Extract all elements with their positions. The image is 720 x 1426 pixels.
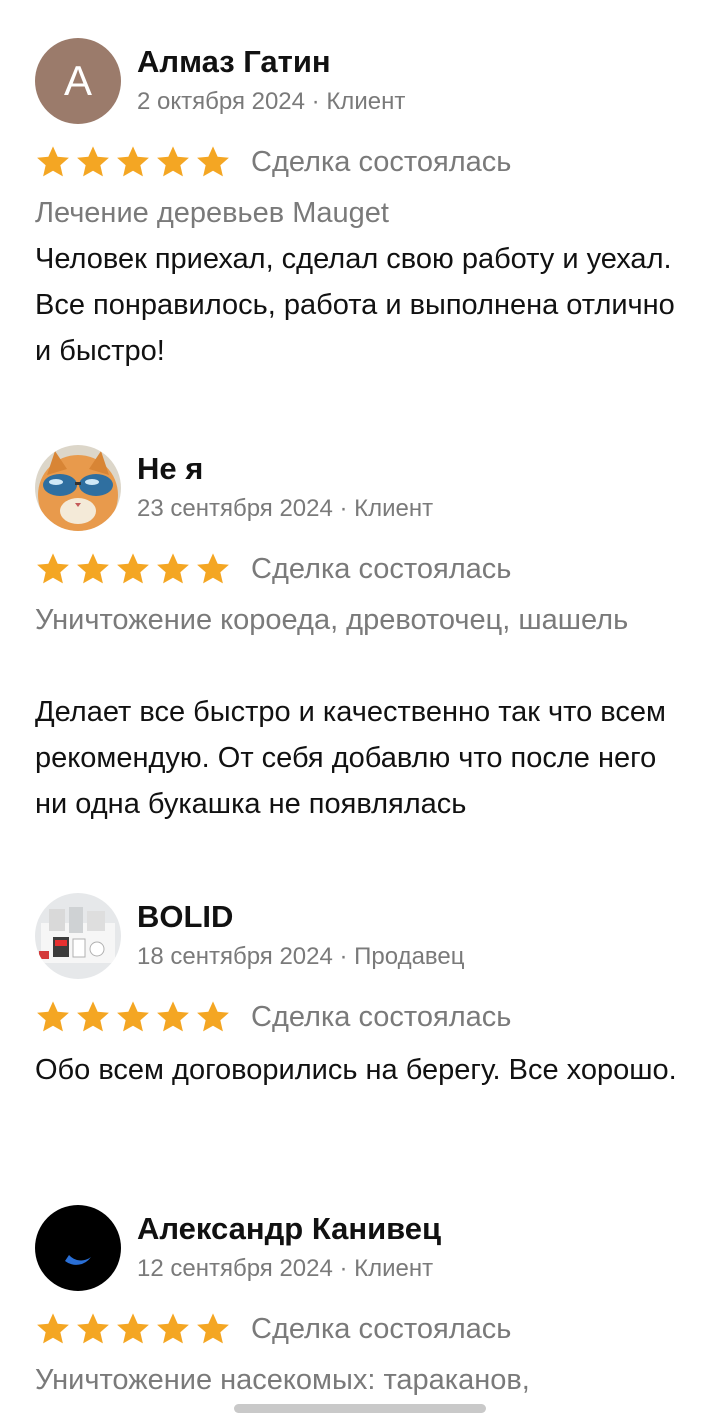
star-icon	[115, 144, 151, 180]
avatar[interactable]: А	[35, 38, 121, 124]
rating-row: Сделка состоялась	[35, 997, 511, 1037]
dark-moon-avatar-icon[interactable]	[35, 1205, 121, 1291]
star-rating	[35, 551, 231, 587]
star-icon	[115, 551, 151, 587]
star-rating	[35, 144, 231, 180]
rating-row: Сделка состоялась	[35, 549, 511, 589]
home-indicator[interactable]	[234, 1404, 486, 1413]
star-icon	[75, 551, 111, 587]
star-icon	[195, 999, 231, 1035]
service-name: Уничтожение короеда, древоточец, шашель	[35, 604, 629, 636]
reviewer-name[interactable]: Алмаз Гатин	[137, 44, 331, 80]
star-icon	[35, 1311, 71, 1347]
rating-row: Сделка состоялась	[35, 1309, 511, 1349]
star-icon	[35, 144, 71, 180]
deal-status: Сделка состоялась	[251, 1000, 512, 1033]
review-meta: 12 сентября 2024 · Клиент	[137, 1255, 434, 1282]
review-text: Обо всем договорились на берегу. Все хор…	[35, 1054, 677, 1086]
review-meta: 23 сентября 2024 · Клиент	[137, 495, 434, 522]
star-icon	[75, 144, 111, 180]
star-rating	[35, 999, 231, 1035]
review-text: Человек приехал, сделал свою работу и уе…	[35, 243, 675, 367]
star-icon	[155, 999, 191, 1035]
service-name: Уничтожение насекомых: тараканов,	[35, 1364, 530, 1396]
reviewer-name[interactable]: Не я	[137, 451, 203, 487]
star-rating	[35, 1311, 231, 1347]
service-name: Лечение деревьев Mauget	[35, 197, 389, 229]
security-devices-avatar-icon[interactable]	[35, 893, 121, 979]
deal-status: Сделка состоялась	[251, 552, 512, 585]
star-icon	[155, 551, 191, 587]
review-text: Делает все быстро и качественно так что …	[35, 696, 666, 820]
reviewer-name[interactable]: BOLID	[137, 899, 233, 935]
star-icon	[115, 1311, 151, 1347]
star-icon	[35, 999, 71, 1035]
star-icon	[115, 999, 151, 1035]
star-icon	[75, 1311, 111, 1347]
star-icon	[155, 144, 191, 180]
review-meta: 18 сентября 2024 · Продавец	[137, 943, 465, 970]
avatar-letter: А	[63, 57, 92, 104]
star-icon	[35, 551, 71, 587]
star-icon	[155, 1311, 191, 1347]
deal-status: Сделка состоялась	[251, 145, 512, 178]
star-icon	[195, 1311, 231, 1347]
star-icon	[195, 144, 231, 180]
deal-status: Сделка состоялась	[251, 1312, 512, 1345]
review-meta: 2 октября 2024 · Клиент	[137, 88, 406, 115]
star-icon	[195, 551, 231, 587]
cat-sunglasses-avatar-icon[interactable]	[35, 445, 121, 531]
reviewer-name[interactable]: Александр Канивец	[137, 1211, 441, 1247]
rating-row: Сделка состоялась	[35, 142, 511, 182]
star-icon	[75, 999, 111, 1035]
